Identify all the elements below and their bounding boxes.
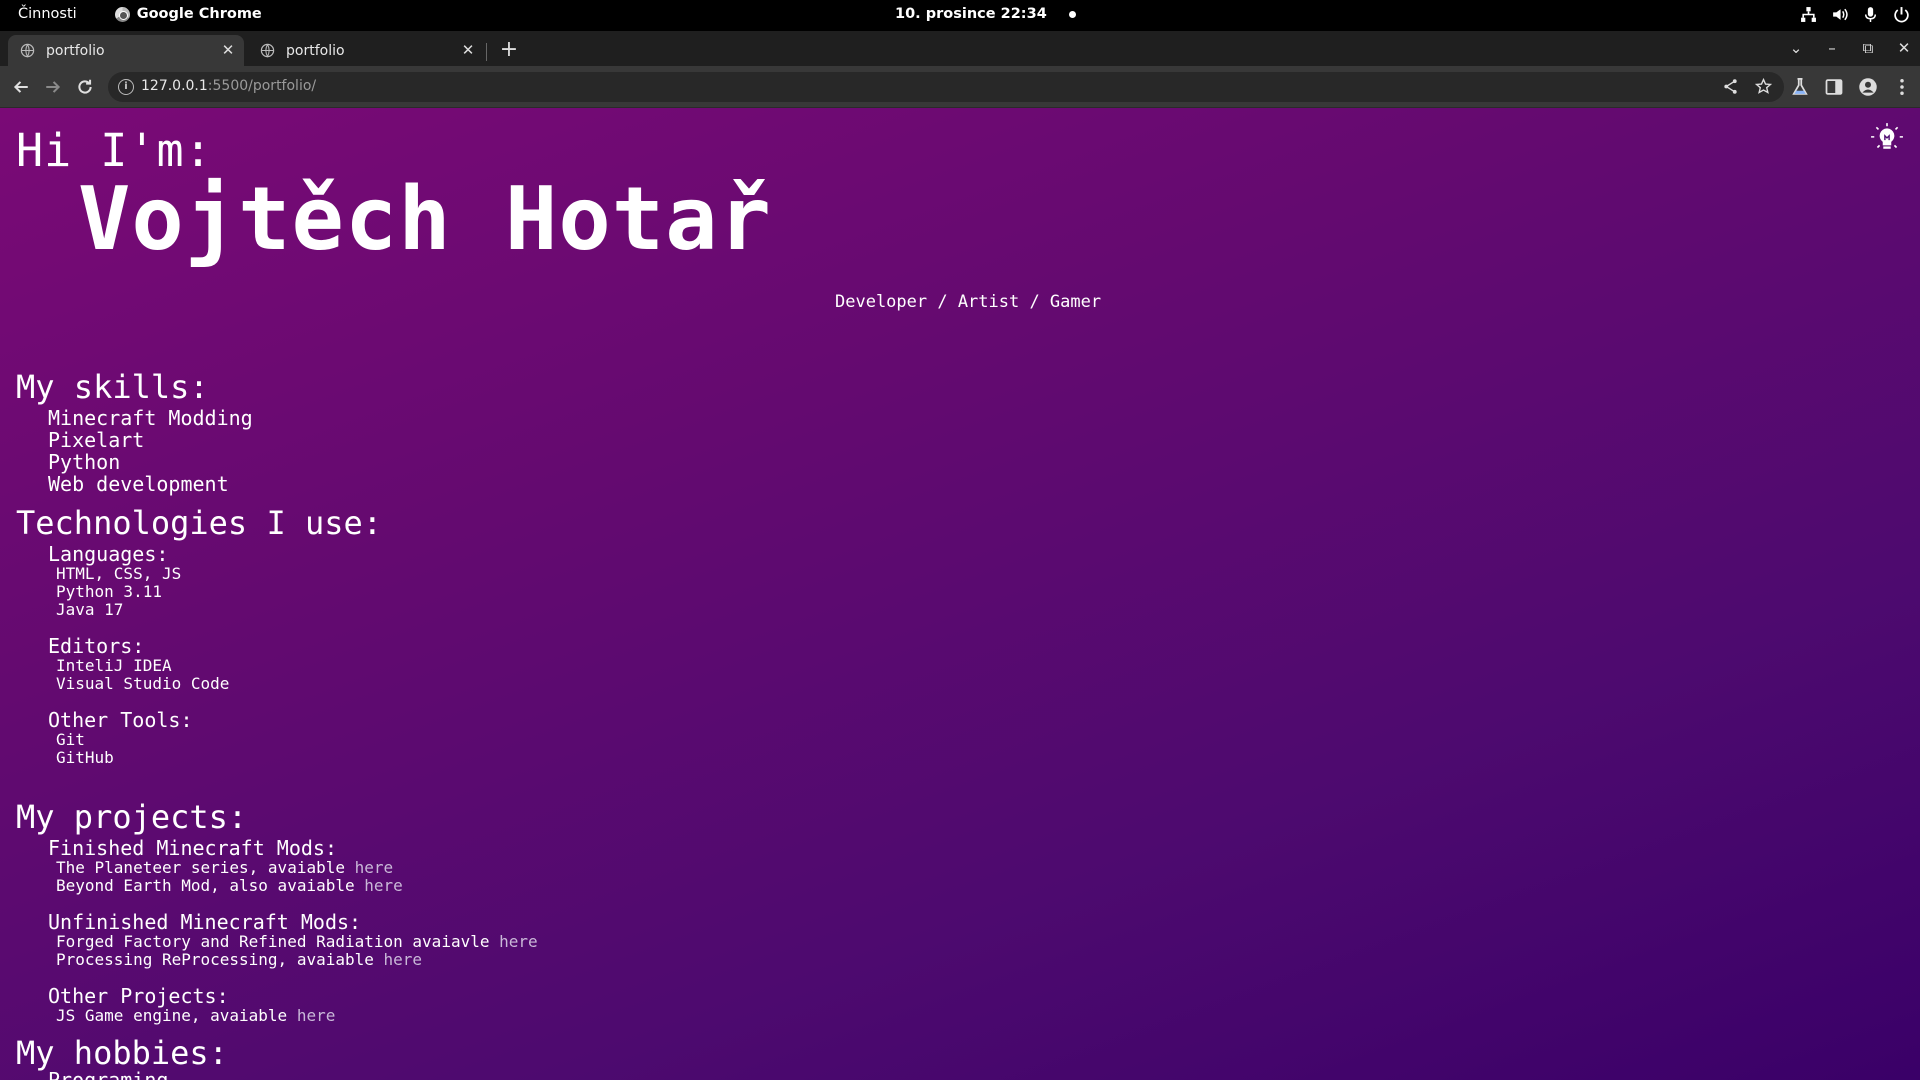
tech-item: InteliJ IDEA — [56, 656, 172, 675]
tech-item: Python 3.11 — [56, 582, 162, 601]
app-menu[interactable]: Google Chrome — [114, 6, 262, 22]
close-window-icon[interactable]: ✕ — [1896, 40, 1912, 56]
close-tab-icon[interactable]: ✕ — [460, 41, 476, 59]
hobby-item: Programing — [48, 1068, 169, 1080]
profile-avatar-icon[interactable] — [1858, 77, 1878, 97]
close-tab-icon[interactable]: ✕ — [220, 41, 236, 59]
globe-icon — [260, 43, 275, 58]
tech-item: GitHub — [56, 748, 114, 767]
site-info-icon[interactable]: i — [118, 79, 134, 95]
tab-portfolio-inactive[interactable]: portfolio ✕ — [248, 35, 484, 66]
reload-icon — [78, 79, 92, 94]
volume-icon — [1833, 8, 1848, 21]
tab-title: portfolio — [46, 42, 105, 59]
forward-arrow-icon — [46, 81, 61, 93]
power-icon — [1894, 7, 1909, 23]
microphone-icon — [1864, 7, 1877, 22]
activities-button[interactable]: Činnosti — [18, 6, 77, 22]
clock: 10. prosince 22:34 — [895, 6, 1047, 22]
minimize-icon[interactable]: – — [1824, 40, 1840, 56]
maximize-icon[interactable]: ⧉ — [1860, 40, 1876, 56]
tab-separator — [486, 43, 487, 61]
unfinished-mods-label: Unfinished Minecraft Mods: — [48, 910, 362, 934]
finished-mods-label: Finished Minecraft Mods: — [48, 836, 337, 860]
tab-search-chevron-icon[interactable]: ⌄ — [1788, 40, 1804, 56]
side-panel-icon[interactable] — [1824, 77, 1844, 97]
extension-flask-icon[interactable] — [1790, 77, 1810, 97]
skill-item: Python — [48, 450, 121, 474]
tech-item: Visual Studio Code — [56, 674, 230, 693]
editors-label: Editors: — [48, 634, 145, 658]
project-link[interactable]: here — [355, 858, 394, 877]
languages-label: Languages: — [48, 542, 169, 566]
system-top-bar: Činnosti Google Chrome 10. prosince 22:3… — [0, 0, 1920, 31]
reload-button[interactable] — [74, 76, 96, 98]
project-item: Beyond Earth Mod, also avaiable here — [56, 876, 403, 895]
globe-icon — [20, 43, 35, 58]
project-item: The Planeteer series, avaiable here — [56, 858, 394, 877]
other-tools-label: Other Tools: — [48, 708, 193, 732]
project-link[interactable]: here — [297, 1006, 336, 1025]
project-item: Forged Factory and Refined Radiation ava… — [56, 932, 538, 951]
project-link[interactable]: here — [384, 950, 423, 969]
url-text[interactable]: 127.0.0.1:5500/portfolio/ — [141, 78, 316, 94]
clock-menu[interactable]: 10. prosince 22:34 — [895, 6, 1076, 22]
skill-item: Minecraft Modding — [48, 406, 253, 430]
share-icon[interactable] — [1722, 78, 1739, 95]
roles-subtitle: Developer / Artist / Gamer — [835, 292, 1102, 312]
back-arrow-icon — [13, 81, 28, 93]
browser-toolbar: i 127.0.0.1:5500/portfolio/ — [0, 66, 1920, 108]
other-projects-label: Other Projects: — [48, 984, 229, 1008]
notification-dot — [1068, 10, 1076, 18]
page-title-name: Vojtěch Hotař — [78, 168, 772, 270]
project-item: Processing ReProcessing, avaiable here — [56, 950, 423, 969]
address-bar[interactable]: i 127.0.0.1:5500/portfolio/ — [108, 72, 1784, 102]
back-button[interactable] — [10, 76, 32, 98]
projects-heading: My projects: — [16, 798, 248, 836]
system-status-area[interactable] — [1800, 6, 1910, 23]
new-tab-button[interactable]: + — [498, 39, 520, 62]
bookmark-star-icon[interactable] — [1755, 78, 1772, 95]
chrome-icon — [114, 6, 130, 22]
page-viewport: Hi I'm: Vojtěch Hotař Developer / Artist… — [0, 108, 1920, 1080]
lightbulb-theme-toggle-icon[interactable] — [1870, 122, 1904, 156]
app-name: Google Chrome — [136, 6, 262, 22]
project-item: JS Game engine, avaiable here — [56, 1006, 336, 1025]
project-link[interactable]: here — [499, 932, 538, 951]
network-icon — [1801, 7, 1816, 22]
tab-strip: portfolio ✕ portfolio ✕ + ⌄ – ⧉ ✕ — [0, 31, 1920, 66]
tech-item: Java 17 — [56, 600, 124, 619]
project-link[interactable]: here — [364, 876, 403, 895]
tech-item: Git — [56, 730, 85, 749]
hobbies-heading: My hobbies: — [16, 1034, 228, 1072]
tech-item: HTML, CSS, JS — [56, 564, 182, 583]
skill-item: Pixelart — [48, 428, 145, 452]
browser-menu-icon[interactable] — [1892, 77, 1912, 97]
tab-portfolio-active[interactable]: portfolio ✕ — [8, 35, 244, 66]
tab-title: portfolio — [286, 42, 345, 59]
technologies-heading: Technologies I use: — [16, 504, 383, 542]
forward-button[interactable] — [42, 76, 64, 98]
skill-item: Web development — [48, 472, 229, 496]
skills-heading: My skills: — [16, 368, 209, 406]
